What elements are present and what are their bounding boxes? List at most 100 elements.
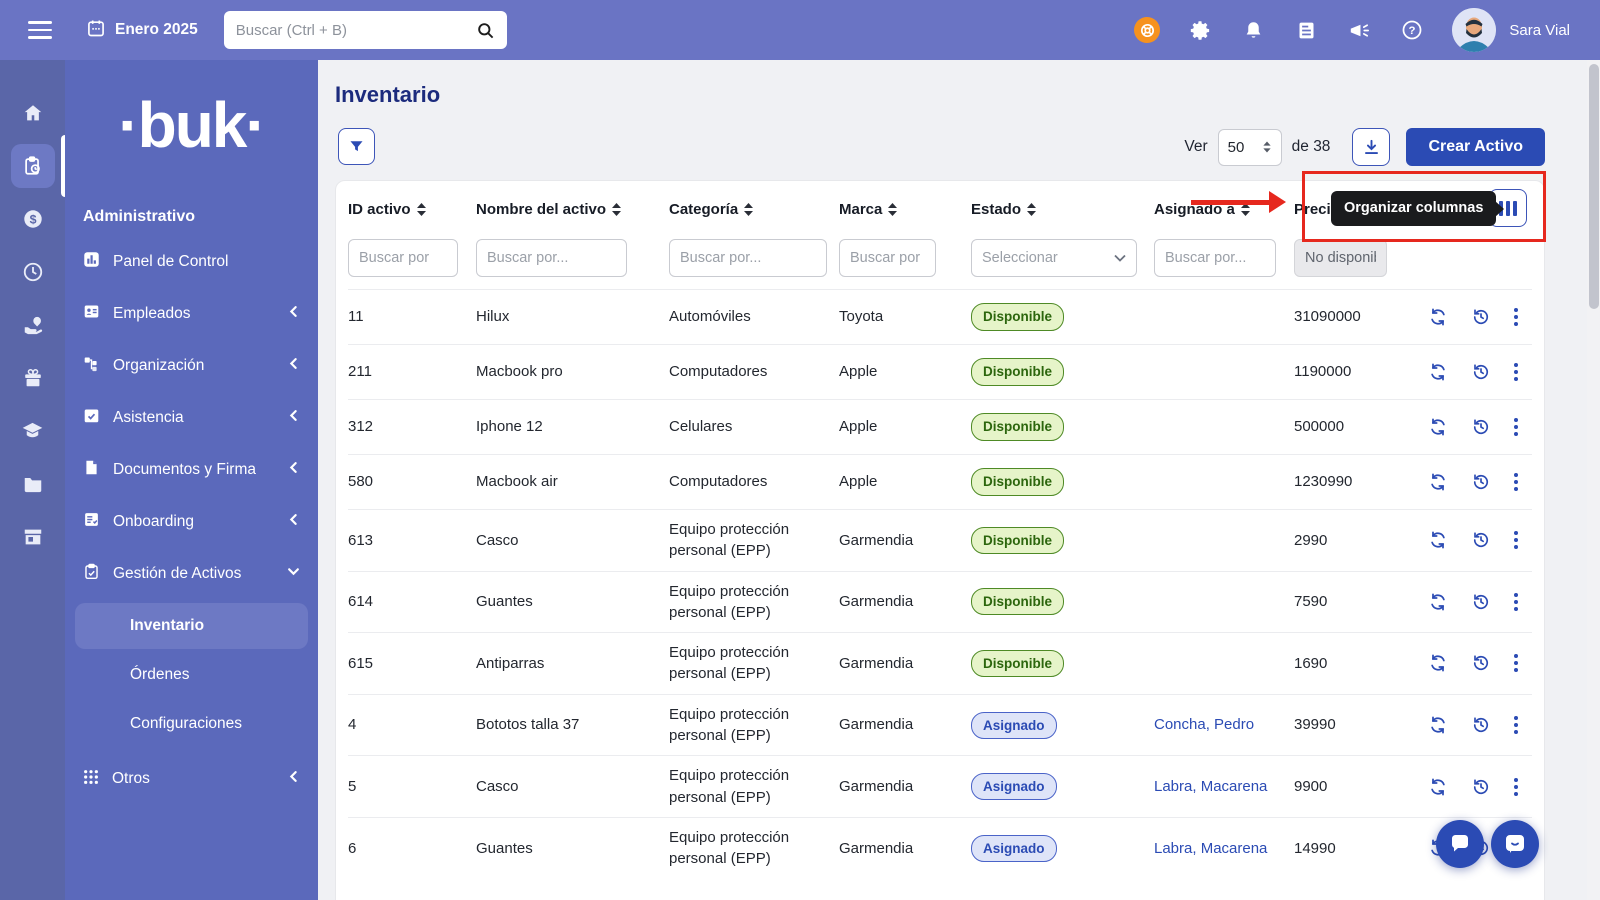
hamburger-menu-icon[interactable] [28, 21, 52, 39]
row-menu-button[interactable] [1514, 473, 1518, 491]
messenger-button[interactable] [1491, 820, 1539, 868]
row-menu-button[interactable] [1514, 363, 1518, 381]
row-menu-button[interactable] [1514, 531, 1518, 549]
rail-benefits-icon[interactable] [0, 298, 65, 351]
rail-time-icon[interactable] [0, 245, 65, 298]
filter-input-asignado[interactable] [1154, 239, 1276, 277]
column-header-nombre[interactable]: Nombre del activo [476, 201, 669, 218]
page-size-select[interactable]: 50 [1218, 129, 1282, 166]
download-button[interactable] [1352, 128, 1390, 166]
history-button[interactable] [1471, 362, 1491, 382]
filter-input-id[interactable] [348, 239, 458, 277]
chat-launcher-button[interactable] [1436, 820, 1484, 868]
rail-home-icon[interactable] [0, 86, 65, 139]
sidebar-item-panel-de-control[interactable]: Panel de Control [65, 236, 318, 288]
announcements-megaphone-icon[interactable] [1346, 17, 1372, 43]
row-menu-button[interactable] [1514, 778, 1518, 796]
sidebar-item-organizacion[interactable]: Organización [65, 340, 318, 392]
cell-category: Equipo protección personal (EPP) [669, 572, 839, 633]
table-row[interactable]: 211 Macbook pro Computadores Apple Dispo… [348, 344, 1532, 399]
support-icon[interactable] [1134, 17, 1160, 43]
period-selector[interactable]: Enero 2025 [86, 18, 198, 43]
history-button[interactable] [1471, 472, 1491, 492]
status-badge: Disponible [971, 468, 1064, 495]
sidebar-item-asistencia[interactable]: Asistencia [65, 392, 318, 444]
sync-asset-button[interactable] [1428, 307, 1448, 327]
table-row[interactable]: 312 Iphone 12 Celulares Apple Disponible… [348, 399, 1532, 454]
module-rail: $ [0, 60, 65, 900]
filter-input-nombre[interactable] [476, 239, 627, 277]
rail-gift-icon[interactable] [0, 351, 65, 404]
search-input[interactable] [224, 22, 507, 39]
news-icon[interactable] [1293, 17, 1319, 43]
rail-marketplace-icon[interactable] [0, 510, 65, 563]
sidebar-item-otros[interactable]: Otros [65, 753, 318, 805]
history-button[interactable] [1471, 530, 1491, 550]
history-button[interactable] [1471, 715, 1491, 735]
history-button[interactable] [1471, 592, 1491, 612]
sync-asset-button[interactable] [1428, 472, 1448, 492]
table-row[interactable]: 613 Casco Equipo protección personal (EP… [348, 509, 1532, 571]
sync-asset-button[interactable] [1428, 777, 1448, 797]
filter-button[interactable] [338, 128, 375, 165]
sidebar-item-empleados[interactable]: Empleados [65, 288, 318, 340]
filter-input-categoria[interactable] [669, 239, 827, 277]
history-button[interactable] [1471, 307, 1491, 327]
table-row[interactable]: 4 Bototos talla 37 Equipo protección per… [348, 694, 1532, 756]
row-menu-button[interactable] [1514, 308, 1518, 326]
sync-asset-button[interactable] [1428, 715, 1448, 735]
kebab-icon [1514, 308, 1518, 326]
sidebar-subitem-inventario[interactable]: Inventario [75, 603, 308, 649]
assigned-link[interactable]: Labra, Macarena [1154, 840, 1267, 857]
cell-brand: Garmendia [839, 767, 971, 806]
settings-gear-icon[interactable] [1187, 17, 1213, 43]
cell-id: 613 [348, 521, 476, 560]
help-icon[interactable]: ? [1399, 17, 1425, 43]
column-header-estado[interactable]: Estado [971, 201, 1154, 218]
rail-payroll-icon[interactable]: $ [0, 192, 65, 245]
table-row[interactable]: 5 Casco Equipo protección personal (EPP)… [348, 755, 1532, 817]
avatar[interactable] [1452, 8, 1496, 52]
sync-asset-button[interactable] [1428, 362, 1448, 382]
table-row[interactable]: 614 Guantes Equipo protección personal (… [348, 571, 1532, 633]
sidebar-item-onboarding[interactable]: Onboarding [65, 496, 318, 548]
table-row[interactable]: 580 Macbook air Computadores Apple Dispo… [348, 454, 1532, 509]
cell-price: 7590 [1294, 582, 1419, 621]
assigned-link[interactable]: Labra, Macarena [1154, 778, 1267, 795]
row-menu-button[interactable] [1514, 593, 1518, 611]
column-header-asignado[interactable]: Asignado a [1154, 201, 1294, 218]
table-row[interactable]: 6 Guantes Equipo protección personal (EP… [348, 817, 1532, 879]
row-menu-button[interactable] [1514, 418, 1518, 436]
sidebar-subitem-configuraciones[interactable]: Configuraciones [75, 701, 308, 747]
filter-select-estado[interactable]: Seleccionar [971, 239, 1137, 277]
grid-dots-icon [83, 769, 99, 790]
sync-asset-button[interactable] [1428, 530, 1448, 550]
history-button[interactable] [1471, 417, 1491, 437]
table-row[interactable]: 11 Hilux Automóviles Toyota Disponible 3… [348, 289, 1532, 344]
row-menu-button[interactable] [1514, 654, 1518, 672]
sidebar-item-documentos-y-firma[interactable]: Documentos y Firma [65, 444, 318, 496]
sync-asset-button[interactable] [1428, 592, 1448, 612]
scrollbar-thumb[interactable] [1589, 64, 1599, 309]
column-header-id[interactable]: ID activo [348, 201, 476, 218]
user-name[interactable]: Sara Vial [1509, 22, 1570, 39]
assigned-link[interactable]: Concha, Pedro [1154, 716, 1254, 733]
sidebar-subitem-ordenes[interactable]: Órdenes [75, 652, 308, 698]
history-button[interactable] [1471, 777, 1491, 797]
table-row[interactable]: 615 Antiparras Equipo protección persona… [348, 632, 1532, 694]
cell-brand: Garmendia [839, 582, 971, 621]
status-badge: Disponible [971, 527, 1064, 554]
rail-asset-management-icon[interactable] [0, 139, 65, 192]
sidebar-item-gestion-de-activos[interactable]: Gestión de Activos [65, 548, 318, 600]
sync-asset-button[interactable] [1428, 653, 1448, 673]
sync-asset-button[interactable] [1428, 417, 1448, 437]
filter-input-marca[interactable] [839, 239, 936, 277]
row-menu-button[interactable] [1514, 716, 1518, 734]
column-header-marca[interactable]: Marca [839, 201, 971, 218]
notifications-bell-icon[interactable] [1240, 17, 1266, 43]
rail-documents-folder-icon[interactable] [0, 457, 65, 510]
create-asset-button[interactable]: Crear Activo [1406, 128, 1545, 166]
history-button[interactable] [1471, 653, 1491, 673]
column-header-categoria[interactable]: Categoría [669, 201, 839, 218]
rail-training-icon[interactable] [0, 404, 65, 457]
